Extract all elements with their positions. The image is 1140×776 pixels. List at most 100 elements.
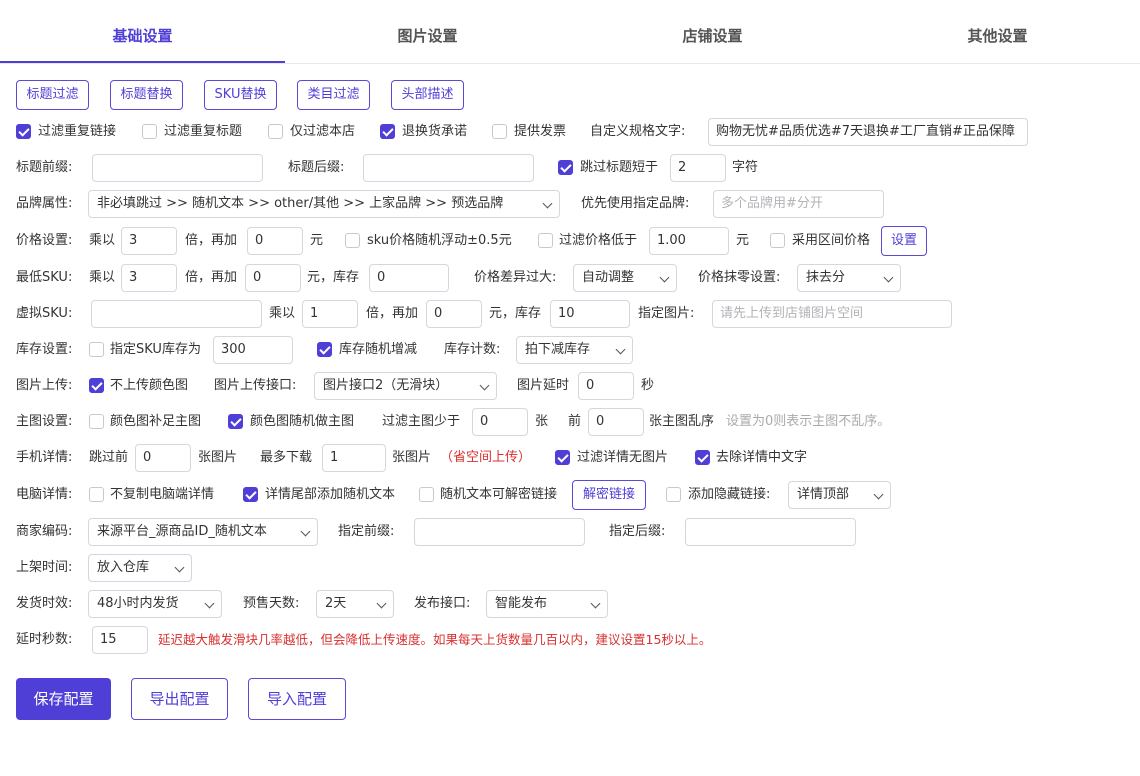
fixed-stock-checkbox[interactable]	[89, 342, 104, 357]
virtual-sku-input[interactable]	[91, 300, 262, 328]
category-filter-button[interactable]: 类目过滤	[297, 80, 370, 110]
range-price-checkbox[interactable]	[770, 233, 785, 248]
save-config-button[interactable]: 保存配置	[16, 678, 111, 720]
max-download-unit: 张图片	[392, 450, 432, 465]
this-shop-only-label: 仅过滤本店	[290, 124, 356, 139]
chevron-down-icon	[542, 198, 553, 209]
virtual-sku-multiply-input[interactable]: 1	[302, 300, 358, 328]
invoice-checkbox[interactable]	[492, 124, 507, 139]
image-api-label: 图片上传接口:	[214, 378, 297, 393]
stock-count-label: 库存计数:	[444, 342, 501, 357]
listing-time-label: 上架时间:	[16, 560, 73, 575]
remove-detail-text-checkbox[interactable]	[695, 450, 710, 465]
price-times-add-label: 倍，再加	[185, 233, 238, 248]
dedupe-titles-checkbox[interactable]	[142, 124, 157, 139]
title-filter-button[interactable]: 标题过滤	[16, 80, 89, 110]
shipping-time-select[interactable]: 48小时内发货	[88, 590, 222, 618]
title-suffix-input[interactable]	[363, 154, 534, 182]
chevron-down-icon	[479, 380, 490, 391]
image-api-select[interactable]: 图片接口2（无滑块）	[314, 372, 497, 400]
skip-short-title-checkbox[interactable]	[558, 160, 573, 175]
random-stock-checkbox[interactable]	[317, 342, 332, 357]
merchant-code-select[interactable]: 来源平台_源商品ID_随机文本	[88, 518, 318, 546]
price-diff-select[interactable]: 自动调整	[573, 264, 677, 292]
filter-main-less-label: 过滤主图少于	[382, 414, 461, 429]
remove-detail-text-label: 去除详情中文字	[716, 450, 808, 465]
tab-shop-settings[interactable]: 店铺设置	[570, 0, 855, 64]
specified-image-label: 指定图片:	[638, 306, 695, 321]
no-copy-pc-detail-checkbox[interactable]	[89, 487, 104, 502]
delay-seconds-input[interactable]: 15	[92, 626, 148, 654]
price-multiply-input[interactable]: 3	[121, 227, 177, 255]
brand-attribute-select[interactable]: 非必填跳过 >> 随机文本 >> other/其他 >> 上家品牌 >> 预选品…	[88, 190, 560, 218]
random-main-image-checkbox[interactable]	[228, 414, 243, 429]
decrypt-link-checkbox[interactable]	[419, 487, 434, 502]
virtual-sku-stock-input[interactable]: 10	[550, 300, 630, 328]
price-settings-label: 价格设置:	[16, 233, 73, 248]
dedupe-links-checkbox[interactable]	[16, 124, 31, 139]
hidden-link-select[interactable]: 详情顶部	[788, 481, 891, 509]
filter-low-price-checkbox[interactable]	[538, 233, 553, 248]
header-description-button[interactable]: 头部描述	[391, 80, 464, 110]
tail-random-text-label: 详情尾部添加随机文本	[265, 487, 396, 502]
mobile-detail-label: 手机详情:	[16, 450, 73, 465]
shuffle-count-input[interactable]: 0	[588, 408, 644, 436]
code-suffix-input[interactable]	[685, 518, 856, 546]
presale-days-select[interactable]: 2天	[316, 590, 394, 618]
delay-seconds-label: 延时秒数:	[16, 632, 73, 647]
filter-no-image-checkbox[interactable]	[555, 450, 570, 465]
tail-random-text-checkbox[interactable]	[243, 487, 258, 502]
min-sku-stock-input[interactable]: 0	[369, 264, 449, 292]
listing-time-select[interactable]: 放入仓库	[88, 554, 192, 582]
hidden-link-checkbox[interactable]	[666, 487, 681, 502]
tab-basic-settings[interactable]: 基础设置	[0, 0, 285, 64]
price-add-input[interactable]: 0	[247, 227, 303, 255]
sku-float-checkbox[interactable]	[345, 233, 360, 248]
range-price-settings-button[interactable]: 设置	[881, 226, 927, 256]
chevron-down-icon	[873, 489, 884, 500]
this-shop-only-checkbox[interactable]	[268, 124, 283, 139]
specified-image-input[interactable]: 请先上传到店铺图片空间	[712, 300, 952, 328]
chevron-down-icon	[376, 598, 387, 609]
title-replace-button[interactable]: 标题替换	[110, 80, 183, 110]
max-download-input[interactable]: 1	[322, 444, 386, 472]
image-delay-label: 图片延时	[517, 378, 570, 393]
tab-image-settings[interactable]: 图片设置	[285, 0, 570, 64]
return-promise-label: 退换货承诺	[402, 124, 468, 139]
stock-settings-label: 库存设置:	[16, 342, 73, 357]
title-prefix-label: 标题前缀:	[16, 160, 73, 175]
fill-main-image-checkbox[interactable]	[89, 414, 104, 429]
shipping-time-value: 48小时内发货	[97, 596, 179, 611]
tab-other-settings[interactable]: 其他设置	[855, 0, 1140, 64]
prefer-brand-input[interactable]: 多个品牌用#分开	[713, 190, 884, 218]
decrypt-link-button[interactable]: 解密链接	[572, 480, 646, 510]
publish-api-label: 发布接口:	[414, 596, 471, 611]
filter-main-less-input[interactable]: 0	[472, 408, 528, 436]
title-prefix-input[interactable]	[92, 154, 263, 182]
sku-replace-button[interactable]: SKU替换	[204, 80, 277, 110]
virtual-sku-label: 虚拟SKU:	[16, 306, 73, 321]
shuffle-label: 张主图乱序	[649, 414, 715, 429]
min-sku-multiply-label: 乘以	[89, 270, 116, 285]
image-delay-input[interactable]: 0	[578, 372, 634, 400]
stock-count-select[interactable]: 拍下减库存	[516, 336, 633, 364]
filter-low-price-input[interactable]: 1.00	[649, 227, 729, 255]
return-promise-checkbox[interactable]	[380, 124, 395, 139]
min-sku-add-input[interactable]: 0	[245, 264, 301, 292]
skip-front-input[interactable]: 0	[135, 444, 191, 472]
skip-front-unit: 张图片	[198, 450, 238, 465]
export-config-button[interactable]: 导出配置	[131, 678, 228, 720]
fixed-stock-input[interactable]: 300	[213, 336, 293, 364]
no-color-image-checkbox[interactable]	[89, 378, 104, 393]
publish-api-select[interactable]: 智能发布	[486, 590, 608, 618]
main-image-settings-label: 主图设置:	[16, 414, 73, 429]
min-sku-multiply-input[interactable]: 3	[121, 264, 177, 292]
min-sku-yuan-stock-label: 元，库存	[307, 270, 360, 285]
code-prefix-input[interactable]	[414, 518, 585, 546]
import-config-button[interactable]: 导入配置	[248, 678, 346, 720]
spec-text-input[interactable]: 购物无忧#品质优选#7天退换#工厂直销#正品保障	[708, 118, 1028, 146]
price-rounding-select[interactable]: 抹去分	[797, 264, 901, 292]
virtual-sku-add-input[interactable]: 0	[426, 300, 482, 328]
listing-time-value: 放入仓库	[97, 560, 150, 575]
skip-short-title-input[interactable]: 2	[670, 154, 726, 182]
